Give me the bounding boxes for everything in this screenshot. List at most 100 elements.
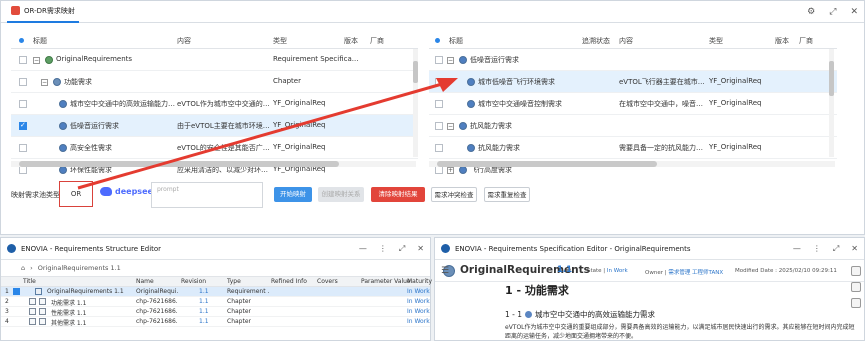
maximize-icon[interactable]: ⤢ <box>833 244 839 254</box>
row-checkbox[interactable] <box>435 78 443 86</box>
tree-header: 标题 内容 类型 版本 厂商 <box>11 31 418 49</box>
enovia-logo-icon <box>7 244 16 253</box>
select-all-radio[interactable] <box>435 38 440 43</box>
structure-editor-title: ENOVIA - Requirements Structure Editor <box>21 244 162 253</box>
row-title: 抗风能力需求 <box>478 144 520 152</box>
row-checkbox[interactable] <box>19 166 27 174</box>
row-checkbox[interactable] <box>19 121 27 130</box>
col-version: 版本 <box>775 37 789 45</box>
row-checkbox[interactable] <box>19 100 27 108</box>
start-mapping-button[interactable]: 开始映射 <box>274 187 312 202</box>
row-maturity[interactable]: In Work <box>407 298 430 305</box>
left-tree-vscroll[interactable] <box>413 49 418 157</box>
col-parameter-value[interactable]: Parameter Value <box>361 278 411 285</box>
tab-or-dr-mapping[interactable]: OR-DR需求映射 <box>7 1 79 23</box>
row-type: YF_OriginalReq <box>709 99 762 107</box>
tree-row[interactable]: − OriginalRequirements Requirement Speci… <box>11 49 418 71</box>
tree-row[interactable]: 城市低噪音飞行环境需求 eVTOL飞行器主要在城市环... YF_Origina… <box>429 71 837 93</box>
row-revision[interactable]: 1.1 <box>199 288 209 295</box>
tree-row[interactable]: − 低噪音运行需求 <box>429 49 837 71</box>
select-all-radio[interactable] <box>19 38 24 43</box>
col-type: 类型 <box>273 37 287 45</box>
list-menu-icon[interactable]: ☰ <box>441 266 449 276</box>
tree-row[interactable]: 低噪音运行需求 由于eVTOL主要在城市环境中... YF_OriginalRe… <box>11 115 418 137</box>
col-type[interactable]: Type <box>227 278 241 285</box>
row-checkbox[interactable] <box>435 122 443 130</box>
col-type: 类型 <box>709 37 723 45</box>
row-revision[interactable]: 1.1 <box>199 308 209 315</box>
close-icon[interactable]: ✕ <box>851 244 858 254</box>
view-icon[interactable] <box>851 282 861 292</box>
row-checkbox[interactable] <box>19 56 27 64</box>
collapse-icon[interactable]: − <box>447 57 454 64</box>
maximize-icon[interactable]: ⤢ <box>829 7 836 17</box>
row-checkbox[interactable] <box>19 78 27 86</box>
filter-icon[interactable] <box>851 298 861 308</box>
table-row[interactable]: 2 功能需求 1.1 chp-7621686... 1.1 Chapter In… <box>1 297 430 307</box>
table-row[interactable]: 4 其他需求 1.1 chp-7621686... 1.1 Chapter In… <box>1 317 430 327</box>
minimize-icon[interactable]: — <box>359 244 367 254</box>
col-name[interactable]: Name <box>136 278 154 285</box>
tree-row[interactable]: 抗风能力需求 需要具备一定的抗风能力，以... YF_OriginalReq <box>429 137 837 159</box>
more-icon[interactable]: ⋮ <box>379 244 387 254</box>
row-revision[interactable]: 1.1 <box>199 298 209 305</box>
left-tree-hscroll[interactable] <box>11 161 416 167</box>
chapter-icon <box>39 298 46 305</box>
duplicate-check-button[interactable]: 需求重复检查 <box>484 187 530 202</box>
expand-icon[interactable]: + <box>447 167 454 174</box>
table-row[interactable]: 3 性能需求 1.1 chp-7621686... 1.1 Chapter In… <box>1 307 430 317</box>
home-icon[interactable]: ⌂ <box>21 264 25 272</box>
tree-row[interactable]: 高安全性需求 eVTOL的安全性是其能否广泛... YF_OriginalReq <box>11 137 418 159</box>
expand-icon[interactable] <box>29 318 36 325</box>
row-checkbox[interactable] <box>435 166 443 174</box>
row-maturity[interactable]: In Work <box>407 288 430 295</box>
prompt-input[interactable]: prompt <box>151 182 263 208</box>
collapse-icon[interactable]: − <box>447 123 454 130</box>
row-number: 2 <box>5 298 9 305</box>
tree-row[interactable]: 城市空中交通噪音控制需求 在城市空中交通中，噪音控制... YF_Origina… <box>429 93 837 115</box>
row-type: Chapter <box>227 308 251 315</box>
col-covers[interactable]: Covers <box>317 278 338 285</box>
row-title: 低噪音运行需求 <box>70 122 119 130</box>
map-type-select[interactable]: OR <box>59 181 93 207</box>
col-revision[interactable]: Revision <box>181 278 206 285</box>
deepseek-logo: deepseek <box>100 187 158 196</box>
mapping-panel-titlebar: OR-DR需求映射 ⚙ ⤢ ✕ <box>1 1 864 23</box>
row-title: 高安全性需求 <box>70 144 112 152</box>
create-mapping-button[interactable]: 创建映射关系 <box>318 187 364 202</box>
expand-icon[interactable] <box>29 308 36 315</box>
row-checkbox[interactable] <box>435 56 443 64</box>
row-checkbox[interactable] <box>13 288 20 295</box>
breadcrumb-item[interactable]: OriginalRequirements 1.1 <box>38 264 121 272</box>
row-maturity[interactable]: In Work <box>407 318 430 325</box>
close-icon[interactable]: ✕ <box>417 244 424 254</box>
more-icon[interactable]: ⋮ <box>813 244 821 254</box>
tree-row[interactable]: − 抗风能力需求 <box>429 115 837 137</box>
row-revision[interactable]: 1.1 <box>199 318 209 325</box>
col-maturity[interactable]: Maturity <box>407 278 432 285</box>
row-checkbox[interactable] <box>19 144 27 152</box>
collapse-icon[interactable]: − <box>41 79 48 86</box>
row-checkbox[interactable] <box>435 144 443 152</box>
close-icon[interactable]: ✕ <box>850 7 858 17</box>
conflict-check-button[interactable]: 需求冲突检查 <box>431 187 477 202</box>
row-title: OriginalRequirements 1.1 <box>47 288 124 295</box>
settings-icon[interactable]: ⚙ <box>807 7 815 17</box>
minimize-icon[interactable]: — <box>793 244 801 254</box>
expand-icon[interactable] <box>29 298 36 305</box>
collapse-icon[interactable]: − <box>33 57 40 64</box>
table-row[interactable]: 1 OriginalRequirements 1.1 OriginalRequi… <box>1 287 430 297</box>
maximize-icon[interactable]: ⤢ <box>399 244 405 254</box>
row-maturity[interactable]: In Work <box>407 308 430 315</box>
right-tree-vscroll[interactable] <box>829 49 834 157</box>
tree-row[interactable]: − 功能需求 Chapter <box>11 71 418 93</box>
clear-mapping-button[interactable]: 清除映射结果 <box>371 187 425 202</box>
tree-row[interactable]: 城市空中交通中的高效运输能力需求 eVTOL作为城市空中交通的重... YF_O… <box>11 93 418 115</box>
col-refined-info[interactable]: Refined Info <box>271 278 307 285</box>
panel-toggle-icon[interactable] <box>851 266 861 276</box>
row-checkbox[interactable] <box>435 100 443 108</box>
right-tree-hscroll[interactable] <box>429 161 835 167</box>
row-content: eVTOL飞行器主要在城市环... <box>619 78 707 86</box>
col-title[interactable]: Title <box>23 278 36 285</box>
row-title: 其他需求 1.1 <box>51 320 87 327</box>
